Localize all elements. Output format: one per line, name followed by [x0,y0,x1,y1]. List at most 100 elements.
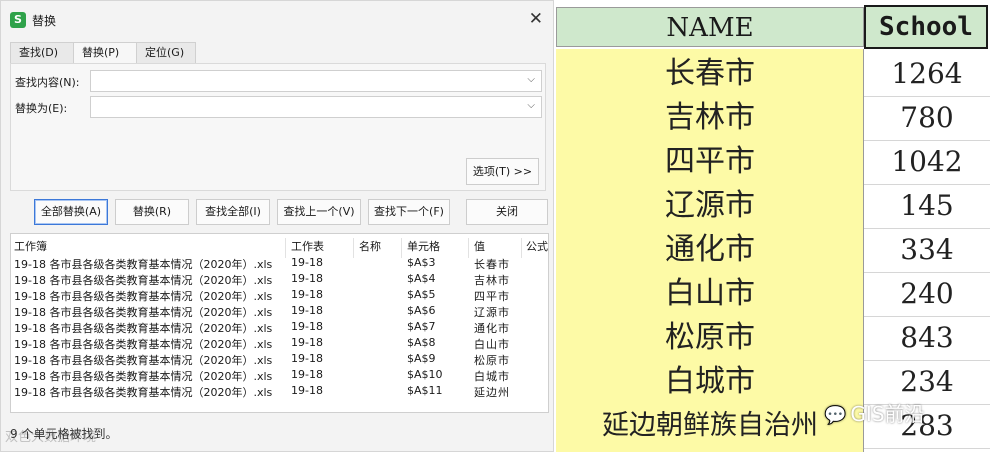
replace-all-button[interactable]: 全部替换(A) [34,199,108,225]
find-next-button[interactable]: 查找下一个(F) [368,199,450,225]
replace-button[interactable]: 替换(R) [115,199,189,225]
school-count-cell[interactable]: 240 [864,272,990,316]
result-row[interactable]: 19-18 各市县各级各类教育基本情况（2020年）.xls 19-18 $A$3 长… [11,256,548,272]
result-sheet: 19-18 [291,384,323,397]
options-button[interactable]: 选项(T) >> [466,158,539,185]
column-header-formula[interactable]: 公式 [526,238,548,254]
result-workbook: 19-18 各市县各级各类教育基本情况（2020年）.xls [14,322,273,335]
tab-find[interactable]: 查找(D) [10,42,74,64]
result-row[interactable]: 19-18 各市县各级各类教育基本情况（2020年）.xls 19-18 $A$4 吉… [11,272,548,288]
result-row[interactable]: 19-18 各市县各级各类教育基本情况（2020年）.xls 19-18 $A$6 辽… [11,304,548,320]
name-cell[interactable]: 长春市 [556,52,864,96]
result-sheet: 19-18 [291,272,323,285]
result-value: 辽源市 [474,306,510,319]
result-cell: $A$8 [407,336,436,349]
name-cell[interactable]: 白山市 [556,272,864,316]
column-divider[interactable] [468,238,469,258]
results-header: 工作簿 工作表 名称 单元格 值 公式 [11,236,548,258]
find-label: 查找内容(N): [15,76,80,89]
close-button[interactable]: 关闭 [466,199,548,225]
result-value: 四平市 [474,290,510,303]
result-sheet: 19-18 [291,288,323,301]
name-cell[interactable]: 四平市 [556,140,864,184]
tab-replace[interactable]: 替换(P) [73,42,137,65]
result-workbook: 19-18 各市县各级各类教育基本情况（2020年）.xls [14,274,273,287]
wps-app-icon: S [10,12,26,28]
replace-input[interactable]: ⌵ [90,96,542,118]
close-icon[interactable]: ✕ [529,9,543,29]
result-sheet: 19-18 [291,304,323,317]
replace-dialog: S 替换 ✕ 查找(D) 替换(P) 定位(G) 查找内容(N): ⌵ 替换为(… [0,0,554,452]
result-row[interactable]: 19-18 各市县各级各类教育基本情况（2020年）.xls 19-18 $A$11… [11,384,548,400]
result-value: 通化市 [474,322,510,335]
result-sheet: 19-18 [291,336,323,349]
column-divider[interactable] [285,238,286,258]
result-sheet: 19-18 [291,352,323,365]
school-count-cell[interactable]: 780 [864,96,990,140]
result-cell: $A$7 [407,320,436,333]
result-cell: $A$3 [407,256,436,269]
column-header-name[interactable]: 名称 [359,238,381,254]
replace-panel: 查找内容(N): ⌵ 替换为(E): ⌵ 选项(T) >> [10,63,546,191]
school-count-cell[interactable]: 1042 [864,140,990,184]
result-value: 松原市 [474,354,510,367]
result-value: 延边州 [474,386,510,399]
brand-watermark-text: GIS前沿 [850,402,925,426]
row-gridline [864,448,990,449]
result-row[interactable]: 19-18 各市县各级各类教育基本情况（2020年）.xls 19-18 $A$8 白… [11,336,548,352]
name-cell[interactable]: 吉林市 [556,96,864,140]
name-cell[interactable]: 白城市 [556,360,864,404]
name-cell[interactable]: 辽源市 [556,184,864,228]
result-value: 吉林市 [474,274,510,287]
result-workbook: 19-18 各市县各级各类教育基本情况（2020年）.xls [14,386,273,399]
name-cell[interactable]: 通化市 [556,228,864,272]
column-header-value[interactable]: 值 [474,238,486,254]
result-workbook: 19-18 各市县各级各类教育基本情况（2020年）.xls [14,370,273,383]
column-divider[interactable] [521,238,522,258]
tab-goto[interactable]: 定位(G) [136,42,196,64]
name-cell[interactable]: 延边朝鲜族自治州 [556,404,864,448]
dialog-titlebar[interactable]: S 替换 ✕ [1,1,553,39]
result-workbook: 19-18 各市县各级各类教育基本情况（2020年）.xls [14,306,273,319]
result-cell: $A$11 [407,384,443,397]
school-count-cell[interactable]: 145 [864,184,990,228]
dialog-title: 替换 [32,14,57,28]
result-row[interactable]: 19-18 各市县各级各类教育基本情况（2020年）.xls 19-18 $A$10… [11,368,548,384]
result-value: 白山市 [474,338,510,351]
column-header-cell[interactable]: 单元格 [407,238,440,254]
column-header-name-cell[interactable]: NAME [556,7,864,47]
column-header-workbook[interactable]: 工作簿 [14,238,47,254]
name-cell[interactable]: 松原市 [556,316,864,360]
result-row[interactable]: 19-18 各市县各级各类教育基本情况（2020年）.xls 19-18 $A$9 松… [11,352,548,368]
result-workbook: 19-18 各市县各级各类教育基本情况（2020年）.xls [14,354,273,367]
chevron-down-icon[interactable]: ⌵ [527,100,535,111]
brand-watermark: 💬 GIS前沿 [824,398,925,427]
result-cell: $A$10 [407,368,443,381]
result-cell: $A$6 [407,304,436,317]
result-cell: $A$9 [407,352,436,365]
result-sheet: 19-18 [291,320,323,333]
status-text: 9 个单元格被找到。 [10,427,118,441]
school-count-cell[interactable]: 1264 [864,52,990,96]
column-divider[interactable] [353,238,354,258]
find-input[interactable]: ⌵ [90,70,542,92]
column-header-school-cell[interactable]: School [864,5,988,49]
column-divider[interactable] [401,238,402,258]
result-cell: $A$5 [407,288,436,301]
find-all-button[interactable]: 查找全部(I) [196,199,270,225]
column-header-sheet[interactable]: 工作表 [291,238,324,254]
result-row[interactable]: 19-18 各市县各级各类教育基本情况（2020年）.xls 19-18 $A$5 四… [11,288,548,304]
wechat-icon: 💬 [824,405,847,426]
result-workbook: 19-18 各市县各级各类教育基本情况（2020年）.xls [14,290,273,303]
find-prev-button[interactable]: 查找上一个(V) [277,199,361,225]
result-workbook: 19-18 各市县各级各类教育基本情况（2020年）.xls [14,258,273,271]
spreadsheet-table: NAME School 长春市 1264 吉林市 780 四平市 1042 辽源市 145 通化… [556,0,990,452]
chevron-down-icon[interactable]: ⌵ [527,74,535,85]
result-row[interactable]: 19-18 各市县各级各类教育基本情况（2020年）.xls 19-18 $A$7 通… [11,320,548,336]
school-count-cell[interactable]: 334 [864,228,990,272]
result-sheet: 19-18 [291,368,323,381]
school-count-cell[interactable]: 843 [864,316,990,360]
results-list[interactable]: 工作簿 工作表 名称 单元格 值 公式 19-18 各市县各级各类教育基本情况（… [10,233,549,413]
result-cell: $A$4 [407,272,436,285]
result-value: 长春市 [474,258,510,271]
